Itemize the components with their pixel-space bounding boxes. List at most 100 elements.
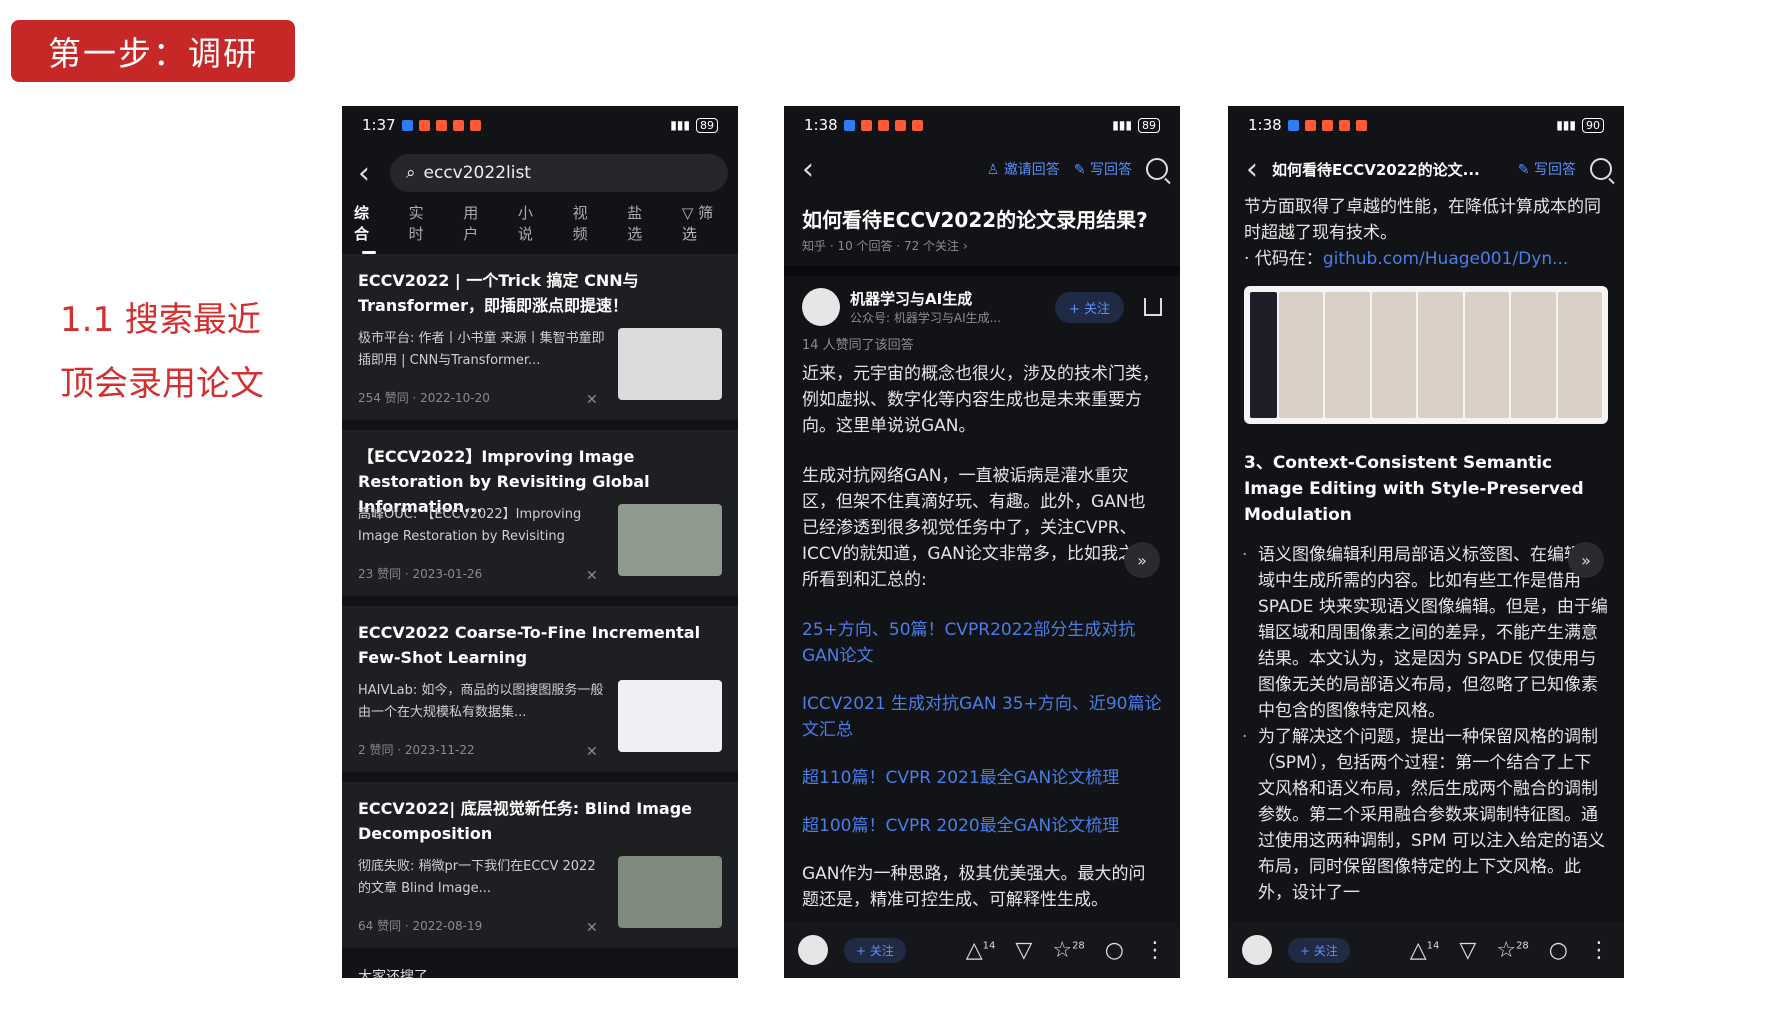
search-icon: ⌕	[406, 163, 416, 183]
figure-panel	[1418, 292, 1463, 418]
card-title: ECCV2022 Coarse-To-Fine Incremental Few-…	[358, 623, 701, 667]
answer-link[interactable]: 25+方向、50篇！CVPR2022部分生成对抗GAN论文	[784, 617, 1180, 669]
search-icon[interactable]	[1146, 158, 1168, 180]
notification-icon	[435, 119, 447, 131]
upvote-count: 14	[1426, 940, 1440, 952]
invite-answer-button[interactable]: ♙ 邀请回答	[987, 159, 1060, 179]
close-icon[interactable]: ✕	[586, 744, 598, 760]
card-meta: 2 赞同 · 2023-11-22	[358, 743, 475, 757]
code-link[interactable]: github.com/Huage001/Dyn...	[1323, 249, 1569, 269]
status-bar: 1:37 ▮▮▮ 89	[342, 106, 738, 144]
card-title: 【ECCV2022】Improving Image Restoration by…	[358, 447, 650, 516]
answer-link[interactable]: ICCV2021 生成对抗GAN 35+方向、近90篇论文汇总	[784, 691, 1180, 743]
paper-figure[interactable]	[1244, 286, 1608, 424]
upvote-icon[interactable]: △14	[966, 938, 996, 963]
tab-salt[interactable]: 盐选	[627, 202, 656, 244]
author-name[interactable]: 机器学习与AI生成	[850, 288, 1001, 309]
battery-icon: 89	[1138, 117, 1160, 133]
question-title[interactable]: 如何看待ECCV2022的论文录用结果?	[784, 194, 1180, 237]
close-icon[interactable]: ✕	[586, 392, 598, 408]
author-subtitle: 公众号: 机器学习与AI生成...	[850, 311, 1002, 325]
follow-button[interactable]: + 关注	[1054, 291, 1124, 323]
close-icon[interactable]: ✕	[586, 568, 598, 584]
status-time: 1:37	[362, 116, 396, 134]
expand-icon[interactable]: »	[1568, 542, 1604, 578]
notification-icon	[1321, 119, 1333, 131]
result-card[interactable]: ECCV2022 Coarse-To-Fine Incremental Few-…	[342, 606, 738, 772]
close-icon[interactable]: ✕	[586, 920, 598, 936]
comment-icon[interactable]: ○	[1105, 938, 1124, 963]
write-answer-button[interactable]: ✎ 写回答	[1074, 159, 1132, 179]
write-answer-button[interactable]: ✎ 写回答	[1518, 159, 1576, 179]
page-title[interactable]: 如何看待ECCV2022的论文...	[1272, 159, 1482, 180]
notification-icon	[1304, 119, 1316, 131]
figure-panel	[1250, 292, 1277, 418]
downvote-icon[interactable]: ▽	[1459, 938, 1476, 963]
card-snippet: 彻底失败: 稍微pr一下我们在ECCV 2022的文章 Blind Image.…	[358, 859, 596, 896]
result-card[interactable]: 【ECCV2022】Improving Image Restoration by…	[342, 430, 738, 596]
card-meta: 23 赞同 · 2023-01-26	[358, 567, 483, 581]
figure-panel	[1511, 292, 1556, 418]
side-note: 1.1 搜索最近 顶会录用论文	[60, 288, 264, 416]
star-count: 28	[1072, 940, 1085, 952]
comment-icon[interactable]: ○	[1549, 938, 1568, 963]
back-icon[interactable]: ‹	[1240, 152, 1264, 187]
avatar[interactable]	[802, 288, 840, 326]
follow-button[interactable]: + 关注	[1288, 937, 1350, 963]
note-line-2: 顶会录用论文	[60, 364, 264, 404]
filter-button[interactable]: ▽ 筛选	[682, 202, 726, 244]
search-icon[interactable]	[1590, 158, 1612, 180]
code-line: · 代码在：github.com/Huage001/Dyn...	[1228, 246, 1624, 272]
star-icon[interactable]: ☆28	[1496, 938, 1528, 963]
notification-icon	[469, 119, 481, 131]
notification-icon	[418, 119, 430, 131]
tab-all[interactable]: 综合	[354, 202, 383, 254]
result-card[interactable]: ECCV2022| 底层视觉新任务: Blind Image Decomposi…	[342, 782, 738, 948]
search-value: eccv2022list	[423, 163, 531, 183]
search-input[interactable]: ⌕ eccv2022list	[390, 154, 728, 192]
signal-icon: ▮▮▮	[1112, 118, 1132, 132]
downvote-icon[interactable]: ▽	[1015, 938, 1032, 963]
bullet-paragraph: 语义图像编辑利用局部语义标签图、在编辑区域中生成所需的内容。比如有些工作是借用 …	[1228, 542, 1624, 724]
answer-link[interactable]: 超100篇！CVPR 2020最全GAN论文梳理	[784, 813, 1180, 839]
step-badge: 第一步：调研	[11, 20, 295, 82]
answer-link[interactable]: 超110篇！CVPR 2021最全GAN论文梳理	[784, 765, 1180, 791]
tab-video[interactable]: 视频	[573, 202, 602, 244]
avatar[interactable]	[798, 935, 828, 965]
avatar[interactable]	[1242, 935, 1272, 965]
back-icon[interactable]: ‹	[352, 156, 376, 191]
result-card[interactable]: ECCV2022 | 一个Trick 搞定 CNN与Transformer，即插…	[342, 254, 738, 420]
notification-icon	[1355, 119, 1367, 131]
phone-search-results: 1:37 ▮▮▮ 89 ‹ ⌕ eccv2022list 综合 实时 用户 小说…	[342, 106, 738, 978]
write-label: 写回答	[1090, 162, 1132, 178]
upvote-icon[interactable]: △14	[1410, 938, 1440, 963]
expand-icon[interactable]: »	[1124, 542, 1160, 578]
more-icon[interactable]: ⋮	[1144, 938, 1166, 963]
battery-icon: 90	[1582, 117, 1604, 133]
status-bar: 1:38 ▮▮▮ 89	[784, 106, 1180, 144]
follow-button[interactable]: + 关注	[844, 937, 906, 963]
status-time: 1:38	[1248, 116, 1282, 134]
question-meta[interactable]: 知乎 · 10 个回答 · 72 个关注 ›	[784, 237, 1180, 266]
code-label: · 代码在：	[1244, 249, 1323, 269]
star-count: 28	[1516, 940, 1529, 952]
more-icon[interactable]: ⋮	[1588, 938, 1610, 963]
note-line-1: 1.1 搜索最近	[60, 300, 261, 340]
answer-paragraph: GAN作为一种思路，极其优美强大。最大的问题还是，精准可控生成、可解释性生成。	[802, 864, 1146, 910]
notification-icon	[860, 119, 872, 131]
divider	[784, 266, 1180, 276]
answer-paragraph: 生成对抗网络GAN，一直被诟病是灌水重灾区，但架不住真滴好玩、有趣。此外，GAN…	[802, 466, 1152, 590]
figure-panel	[1278, 292, 1324, 418]
share-icon[interactable]	[1144, 298, 1162, 316]
tab-novel[interactable]: 小说	[518, 202, 547, 244]
result-tabs: 综合 实时 用户 小说 视频 盐选 ▽ 筛选	[342, 202, 738, 254]
figure-panel	[1557, 292, 1602, 418]
tab-realtime[interactable]: 实时	[409, 202, 438, 244]
back-icon[interactable]: ‹	[796, 152, 820, 187]
star-icon[interactable]: ☆28	[1052, 938, 1084, 963]
peek-text: 大家还搜了	[358, 969, 428, 978]
answer-paragraph: 节方面取得了卓越的性能，在降低计算成本的同时超越了现有技术。	[1244, 197, 1601, 243]
tab-users[interactable]: 用户	[463, 202, 492, 244]
card-meta: 254 赞同 · 2022-10-20	[358, 391, 490, 405]
card-snippet: 高峰OUC: 【ECCV2022】Improving Image Restora…	[358, 507, 582, 544]
